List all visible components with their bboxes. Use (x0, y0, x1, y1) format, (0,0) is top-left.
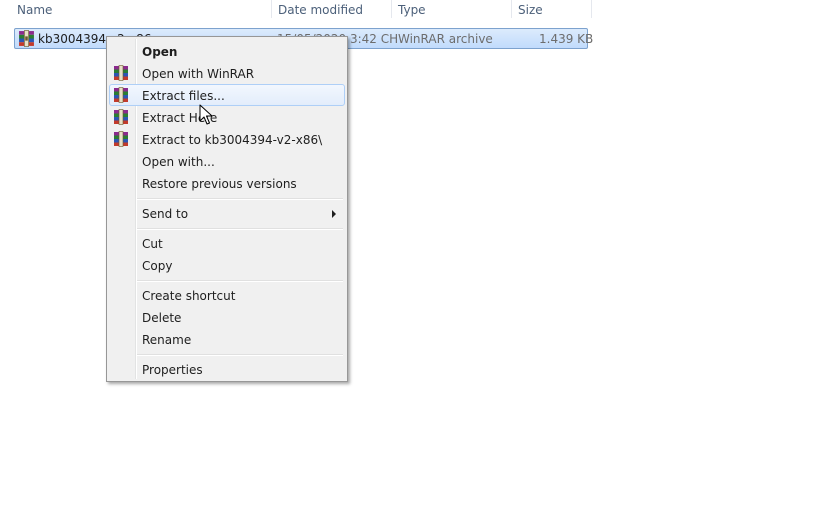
mouse-pointer-icon (199, 104, 213, 125)
menu-item-label: Create shortcut (142, 289, 236, 303)
menu-item-delete[interactable]: Delete (109, 306, 345, 328)
winrar-archive-icon (19, 30, 34, 47)
submenu-arrow-icon (332, 210, 336, 218)
menu-item-properties[interactable]: Properties (109, 358, 345, 380)
menu-item-label: Delete (142, 311, 182, 325)
column-header-date-modified[interactable]: Date modified (271, 0, 391, 22)
menu-item-restore-previous-versions[interactable]: Restore previous versions (109, 172, 345, 194)
menu-item-cut[interactable]: Cut (109, 232, 345, 254)
explorer-file-list: Name Date modified Type Size kb3004394-v… (0, 0, 813, 508)
menu-item-rename[interactable]: Rename (109, 328, 345, 350)
column-header-row: Name Date modified Type Size (0, 0, 813, 22)
menu-item-open[interactable]: Open (109, 40, 345, 62)
menu-item-extract-files[interactable]: Extract files... (109, 84, 345, 106)
column-header-name[interactable]: Name (10, 0, 272, 22)
context-menu: Open Open with WinRAR Extract files... E… (106, 36, 348, 382)
menu-item-copy[interactable]: Copy (109, 254, 345, 276)
menu-item-label: Open (142, 45, 178, 59)
menu-item-label: Restore previous versions (142, 177, 297, 191)
menu-item-send-to[interactable]: Send to (109, 202, 345, 224)
menu-item-label: Rename (142, 333, 192, 347)
menu-separator (137, 198, 343, 200)
menu-item-label: Send to (142, 207, 189, 221)
winrar-icon (114, 131, 128, 147)
menu-item-label: Open with... (142, 155, 215, 169)
column-divider[interactable] (591, 0, 592, 18)
winrar-icon (114, 87, 128, 103)
column-header-size[interactable]: Size (511, 0, 591, 22)
menu-separator (137, 354, 343, 356)
menu-item-label: Copy (142, 259, 173, 273)
menu-item-label: Cut (142, 237, 163, 251)
menu-item-open-with-winrar[interactable]: Open with WinRAR (109, 62, 345, 84)
menu-item-create-shortcut[interactable]: Create shortcut (109, 284, 345, 306)
menu-item-extract-to-folder[interactable]: Extract to kb3004394-v2-x86\ (109, 128, 345, 150)
menu-separator (137, 228, 343, 230)
menu-item-open-with[interactable]: Open with... (109, 150, 345, 172)
menu-separator (137, 280, 343, 282)
menu-item-label: Properties (142, 363, 203, 377)
menu-item-label: Extract files... (142, 89, 225, 103)
menu-item-label: Extract to kb3004394-v2-x86\ (142, 133, 323, 147)
menu-item-label: Open with WinRAR (142, 67, 255, 81)
column-header-type[interactable]: Type (391, 0, 511, 22)
file-size: 1.439 KB (539, 32, 594, 46)
file-type: WinRAR archive (398, 32, 493, 46)
winrar-icon (114, 65, 128, 81)
winrar-icon (114, 109, 128, 125)
menu-item-extract-here[interactable]: Extract Here (109, 106, 345, 128)
